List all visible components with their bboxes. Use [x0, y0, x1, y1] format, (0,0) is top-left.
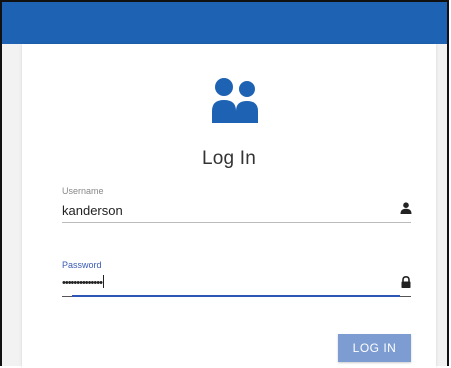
username-field[interactable]: kanderson: [62, 203, 123, 218]
username-label: Username: [62, 186, 104, 196]
page-title: Log In: [201, 148, 257, 169]
text-caret: [102, 275, 104, 288]
password-value: ••••••••••••••: [62, 277, 103, 289]
top-bar: [2, 2, 447, 44]
password-field[interactable]: ••••••••••••••: [62, 275, 104, 289]
login-card: Log In Username kanderson Password •••••…: [22, 44, 436, 368]
person-icon: [400, 202, 412, 214]
users-icon: [212, 78, 258, 123]
username-underline: [62, 222, 411, 223]
password-label: Password: [62, 260, 102, 270]
lock-icon: [401, 276, 411, 288]
password-focus-line: [72, 295, 400, 297]
window-frame: Log In Username kanderson Password •••••…: [0, 0, 449, 368]
login-button[interactable]: LOG IN: [338, 334, 411, 362]
